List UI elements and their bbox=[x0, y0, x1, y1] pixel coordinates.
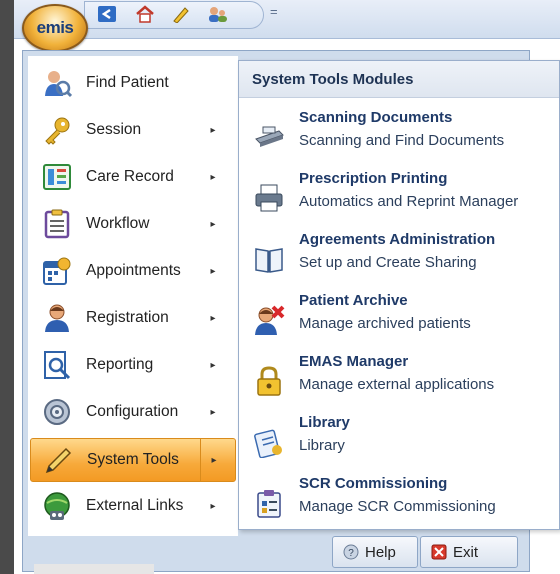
submenu-item-prescription-printing[interactable]: Prescription Printing Automatics and Rep… bbox=[239, 170, 559, 228]
submenu-item-description: Automatics and Reprint Manager bbox=[299, 193, 519, 210]
submenu-item-scr-commissioning[interactable]: SCR Commissioning Manage SCR Commissioni… bbox=[239, 475, 559, 533]
submenu-arrow-icon: ▸ bbox=[210, 265, 216, 277]
submenu-item-description: Manage archived patients bbox=[299, 315, 471, 332]
menu-item-label: Configuration bbox=[86, 403, 179, 420]
pencil-icon bbox=[43, 445, 73, 475]
customize-toolbar-button[interactable]: = bbox=[270, 4, 278, 19]
window-left-border bbox=[0, 0, 14, 574]
submenu-item-description: Library bbox=[299, 437, 345, 454]
menu-item-care-record[interactable]: Care Record ▸ bbox=[30, 156, 234, 198]
submenu-item-description: Set up and Create Sharing bbox=[299, 254, 477, 271]
menu-item-appointments[interactable]: Appointments ▸ bbox=[30, 250, 234, 292]
menu-item-external-links[interactable]: External Links ▸ bbox=[30, 485, 234, 527]
globe-icon bbox=[42, 491, 72, 521]
menu-item-label: Session bbox=[86, 121, 142, 138]
submenu-item-description: Scanning and Find Documents bbox=[299, 132, 505, 149]
system-tools-submenu: System Tools Modules Scanning Documents … bbox=[238, 60, 560, 530]
split-arrow-divider bbox=[200, 439, 235, 481]
menu-item-system-tools[interactable]: System Tools ▸ bbox=[30, 438, 236, 482]
help-icon: ? bbox=[343, 544, 359, 560]
submenu-item-agreements-administration[interactable]: Agreements Administration Set up and Cre… bbox=[239, 231, 559, 289]
care-record-icon bbox=[42, 162, 72, 192]
menu-item-label: Appointments bbox=[86, 262, 181, 279]
menu-item-label: Care Record bbox=[86, 168, 174, 185]
menu-item-label: Workflow bbox=[86, 215, 150, 232]
menu-item-find-patient[interactable]: Find Patient bbox=[30, 62, 234, 104]
menu-item-label: System Tools bbox=[87, 451, 179, 468]
exit-icon bbox=[431, 544, 447, 560]
submenu-item-title: Agreements Administration bbox=[299, 231, 496, 248]
submenu-item-title: SCR Commissioning bbox=[299, 475, 448, 492]
submenu-arrow-icon: ▸ bbox=[210, 359, 216, 371]
help-button[interactable]: ? Help bbox=[332, 536, 418, 568]
menu-item-reporting[interactable]: Reporting ▸ bbox=[30, 344, 234, 386]
menu-item-label: External Links bbox=[86, 497, 184, 514]
home-icon[interactable] bbox=[135, 5, 155, 23]
submenu-item-scanning-documents[interactable]: Scanning Documents Scanning and Find Doc… bbox=[239, 109, 559, 167]
submenu-arrow-icon: ▸ bbox=[210, 171, 216, 183]
users-icon[interactable] bbox=[207, 5, 227, 23]
submenu-header: System Tools Modules bbox=[239, 61, 559, 98]
book-icon bbox=[253, 243, 285, 275]
back-arrow-icon[interactable] bbox=[97, 5, 117, 23]
edit-icon[interactable] bbox=[171, 5, 191, 24]
submenu-item-title: Patient Archive bbox=[299, 292, 408, 309]
submenu-item-title: Scanning Documents bbox=[299, 109, 453, 126]
lock-icon bbox=[253, 365, 285, 397]
menu-item-workflow[interactable]: Workflow ▸ bbox=[30, 203, 234, 245]
menu-item-registration[interactable]: Registration ▸ bbox=[30, 297, 234, 339]
exit-button[interactable]: Exit bbox=[420, 536, 518, 568]
submenu-item-title: Library bbox=[299, 414, 350, 431]
reporting-icon bbox=[42, 350, 72, 380]
menu-item-label: Find Patient bbox=[86, 74, 169, 91]
submenu-item-patient-archive[interactable]: Patient Archive Manage archived patients bbox=[239, 292, 559, 350]
printer-icon bbox=[253, 182, 285, 214]
svg-text:?: ? bbox=[348, 548, 354, 559]
key-icon bbox=[42, 115, 72, 145]
patient-archive-icon bbox=[253, 304, 285, 336]
scr-icon bbox=[253, 487, 285, 519]
submenu-arrow-icon: ▸ bbox=[210, 124, 216, 136]
find-patient-icon bbox=[42, 68, 72, 98]
logo-text: emis bbox=[36, 18, 74, 37]
menu-item-configuration[interactable]: Configuration ▸ bbox=[30, 391, 234, 433]
submenu-item-description: Manage SCR Commissioning bbox=[299, 498, 496, 515]
menu-item-session[interactable]: Session ▸ bbox=[30, 109, 234, 151]
main-menu-list: Find Patient Session ▸ Care Record ▸ Wor… bbox=[28, 56, 238, 536]
exit-label: Exit bbox=[453, 543, 479, 561]
quick-access-toolbar bbox=[84, 1, 264, 29]
submenu-item-library[interactable]: Library Library bbox=[239, 414, 559, 472]
emis-logo-button[interactable]: emis bbox=[22, 4, 88, 52]
configuration-icon bbox=[42, 397, 72, 427]
submenu-item-title: Prescription Printing bbox=[299, 170, 448, 187]
submenu-item-title: EMAS Manager bbox=[299, 353, 409, 370]
workflow-icon bbox=[42, 209, 72, 239]
scanner-icon bbox=[253, 121, 285, 153]
library-icon bbox=[253, 426, 285, 459]
submenu-item-emas-manager[interactable]: EMAS Manager Manage external application… bbox=[239, 353, 559, 411]
menu-item-label: Registration bbox=[86, 309, 169, 326]
submenu-arrow-icon: ▸ bbox=[210, 500, 216, 512]
submenu-item-description: Manage external applications bbox=[299, 376, 495, 393]
registration-icon bbox=[42, 303, 72, 333]
submenu-arrow-icon: ▸ bbox=[210, 406, 216, 418]
calendar-icon bbox=[42, 256, 72, 286]
submenu-arrow-icon: ▸ bbox=[210, 312, 216, 324]
background-status-strip bbox=[34, 564, 154, 574]
help-label: Help bbox=[365, 543, 396, 561]
submenu-arrow-icon: ▸ bbox=[210, 218, 216, 230]
menu-item-label: Reporting bbox=[86, 356, 154, 373]
